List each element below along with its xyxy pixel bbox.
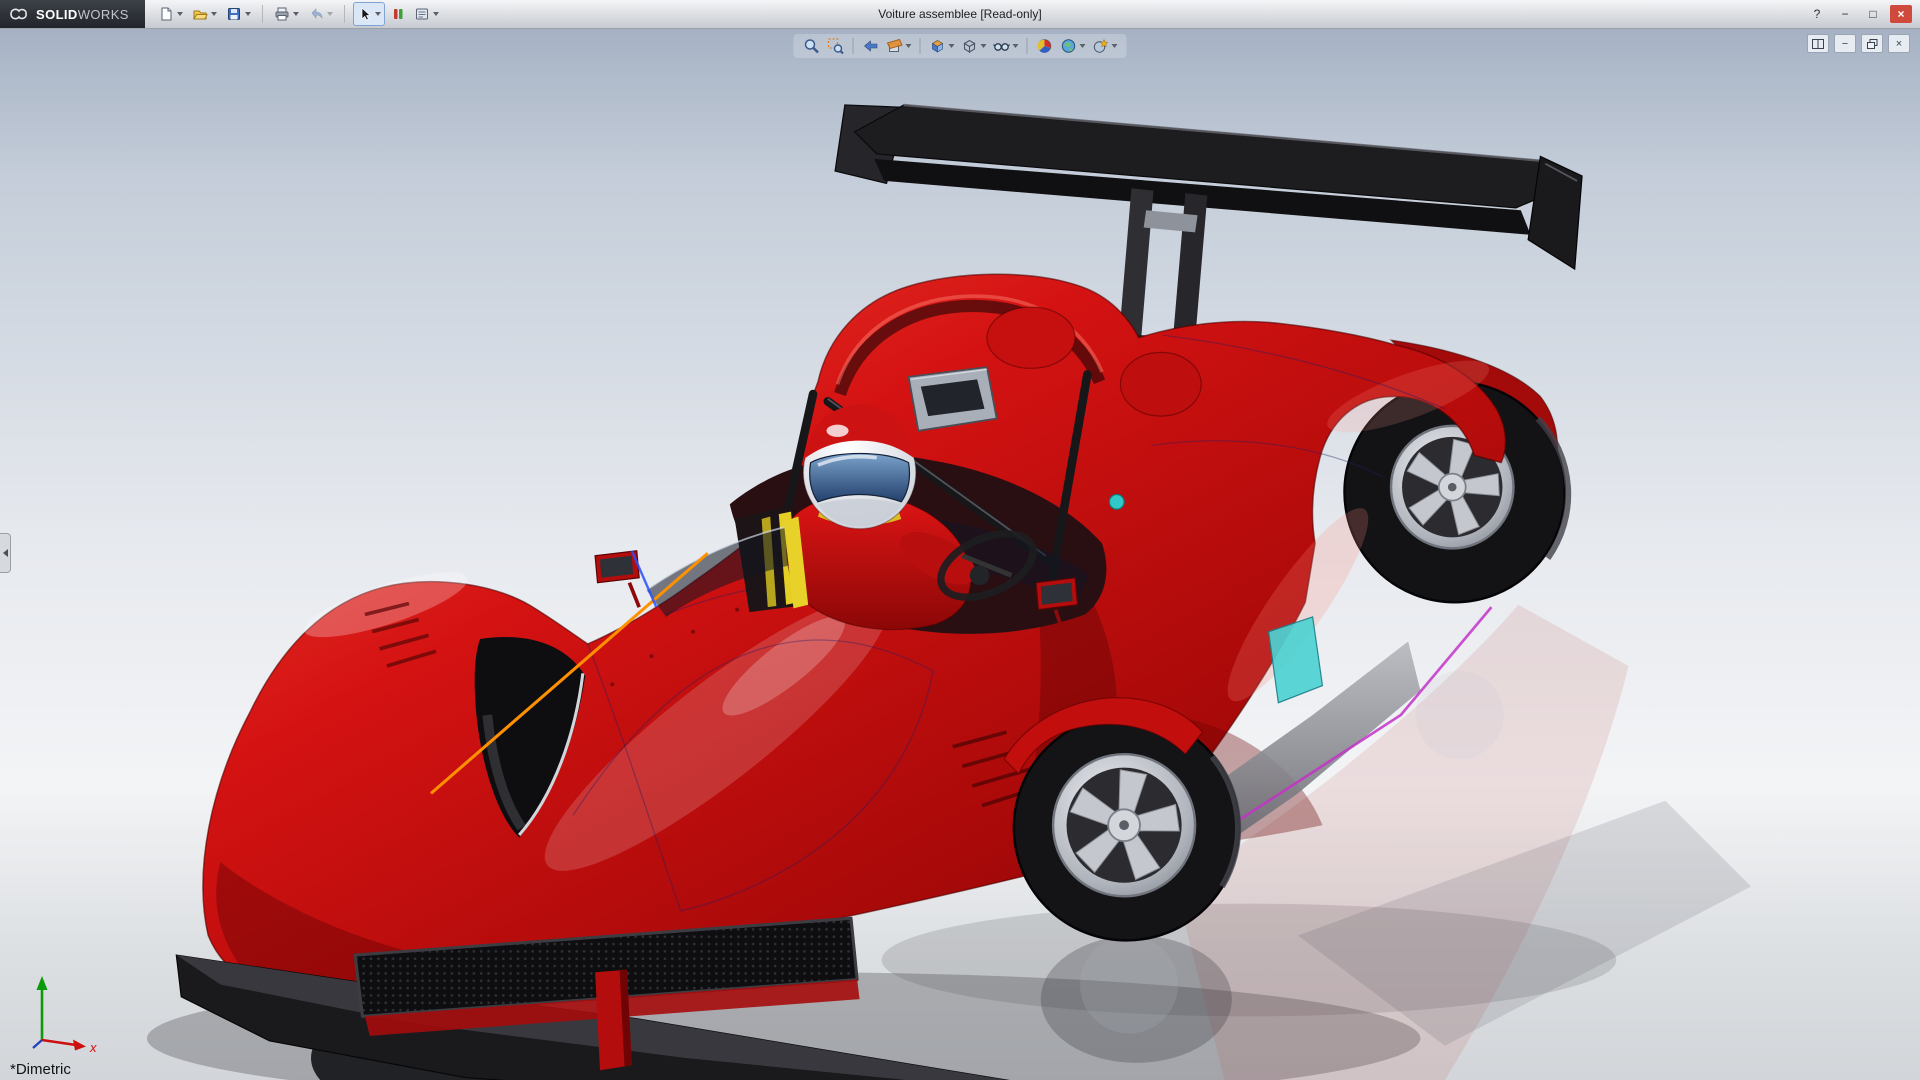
zoom-to-area-button[interactable] <box>825 36 847 56</box>
open-icon <box>192 6 208 22</box>
save-icon <box>226 6 242 22</box>
rebuild-icon <box>391 6 405 22</box>
maximize-button[interactable]: □ <box>1862 5 1884 23</box>
close-button[interactable]: × <box>1890 5 1912 23</box>
print-button[interactable] <box>271 3 302 25</box>
display-style-button[interactable] <box>959 36 989 56</box>
solidworks-window: SOLIDWORKS <box>0 0 1920 1080</box>
minimize-button[interactable]: − <box>1834 5 1856 23</box>
doc-restore-button[interactable] <box>1861 34 1883 53</box>
previous-view-button[interactable] <box>860 36 882 56</box>
heads-up-view-toolbar <box>794 34 1127 58</box>
rebuild-button[interactable] <box>388 3 408 25</box>
zoom-to-area-icon <box>827 37 845 55</box>
print-icon <box>274 6 290 22</box>
brand-text: SOLIDWORKS <box>36 7 129 22</box>
apply-scene-icon <box>1060 37 1078 55</box>
chevron-left-icon <box>3 549 8 557</box>
pane-split-button[interactable] <box>1807 34 1829 53</box>
window-controls: ? − □ × <box>1806 5 1920 23</box>
view-settings-icon <box>1092 37 1110 55</box>
y-axis-arrow <box>37 976 48 990</box>
hide-show-items-icon <box>993 37 1011 55</box>
file-properties-icon <box>414 6 430 22</box>
z-axis <box>33 1040 42 1048</box>
hide-show-items-button[interactable] <box>991 36 1021 56</box>
view-orientation-button[interactable] <box>927 36 957 56</box>
pane-split-icon <box>1812 39 1824 49</box>
edit-appearance-icon <box>1036 37 1054 55</box>
left-mirror[interactable] <box>595 551 639 607</box>
view-orientation-icon <box>929 37 947 55</box>
sidepod-window <box>1269 617 1323 703</box>
select-button[interactable] <box>353 2 385 26</box>
graphics-area[interactable]: − × x *Dimetric <box>0 29 1920 1080</box>
driver-helmet <box>803 404 916 529</box>
window-title: Voiture assemblee [Read-only] <box>878 7 1041 21</box>
view-settings-button[interactable] <box>1090 36 1120 56</box>
standard-toolbar <box>155 2 442 26</box>
x-axis-arrow <box>73 1040 86 1051</box>
view-orientation-label: *Dimetric <box>10 1061 71 1078</box>
save-button[interactable] <box>223 3 254 25</box>
previous-view-icon <box>862 37 880 55</box>
apply-scene-button[interactable] <box>1058 36 1088 56</box>
zoom-to-fit-icon <box>803 37 821 55</box>
section-view-button[interactable] <box>884 36 914 56</box>
titlebar: SOLIDWORKS <box>0 0 1920 29</box>
new-document-button[interactable] <box>155 3 186 25</box>
x-axis-label: x <box>89 1040 97 1054</box>
display-style-icon <box>961 37 979 55</box>
doc-restore-icon <box>1867 39 1878 49</box>
undo-button[interactable] <box>305 3 336 25</box>
edit-appearance-button[interactable] <box>1034 36 1056 56</box>
front-right-wheel[interactable] <box>1014 715 1239 940</box>
doc-close-button[interactable]: × <box>1888 34 1910 53</box>
document-window-controls: − × <box>1807 34 1910 53</box>
help-button[interactable]: ? <box>1806 5 1828 23</box>
feature-panel-flyout-handle[interactable] <box>0 533 11 573</box>
orientation-triad[interactable]: x <box>24 968 104 1054</box>
zoom-to-fit-button[interactable] <box>801 36 823 56</box>
file-properties-button[interactable] <box>411 3 442 25</box>
section-view-icon <box>886 37 904 55</box>
air-scoop <box>909 367 997 431</box>
select-cursor-icon <box>357 6 372 22</box>
solidworks-logo-icon <box>8 6 30 22</box>
new-document-icon <box>158 6 174 22</box>
model-scene <box>0 29 1920 1080</box>
open-button[interactable] <box>189 3 220 25</box>
doc-minimize-button[interactable]: − <box>1834 34 1856 53</box>
undo-icon <box>308 6 324 22</box>
solidworks-logo: SOLIDWORKS <box>0 0 145 28</box>
